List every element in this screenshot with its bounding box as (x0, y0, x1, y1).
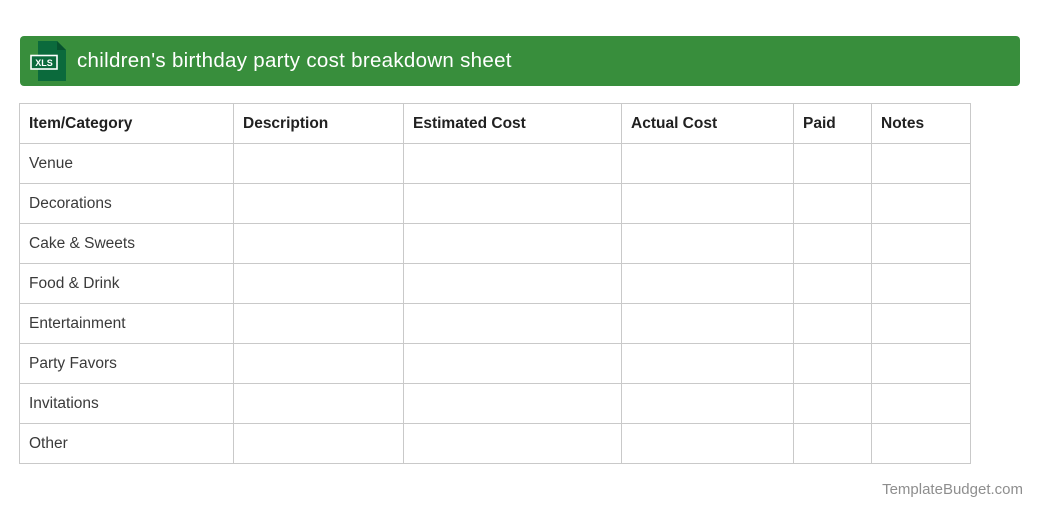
table-cell-empty (871, 263, 971, 304)
table-cell-empty (871, 383, 971, 424)
table-cell-empty (403, 383, 622, 424)
table-cell-empty (621, 223, 794, 264)
table-cell-empty (793, 423, 872, 464)
title-bar: XLS children's birthday party cost break… (20, 36, 1020, 86)
table-cell-empty (403, 143, 622, 184)
table-row-invitations: Invitations (19, 383, 971, 424)
table-cell-empty (621, 263, 794, 304)
table-row-party-favors: Party Favors (19, 343, 971, 384)
table-cell-empty (233, 183, 404, 224)
table-cell-empty (793, 183, 872, 224)
row-label: Venue (19, 143, 234, 184)
row-label: Food & Drink (19, 263, 234, 304)
row-label: Decorations (19, 183, 234, 224)
table-cell-empty (871, 143, 971, 184)
table-row-cake-sweets: Cake & Sweets (19, 223, 971, 264)
cost-breakdown-table: Item/Category Description Estimated Cost… (19, 103, 971, 464)
table-cell-empty (621, 143, 794, 184)
table-cell-empty (793, 263, 872, 304)
row-label: Cake & Sweets (19, 223, 234, 264)
table-row-decorations: Decorations (19, 183, 971, 224)
table-cell-empty (621, 383, 794, 424)
table-cell-empty (233, 383, 404, 424)
table-cell-empty (403, 223, 622, 264)
xls-badge-text: XLS (35, 58, 53, 68)
table-cell-empty (793, 303, 872, 344)
row-label: Entertainment (19, 303, 234, 344)
table-cell-empty (233, 303, 404, 344)
table-cell-empty (793, 343, 872, 384)
table-cell-empty (621, 343, 794, 384)
table-cell-empty (621, 423, 794, 464)
table-cell-empty (793, 223, 872, 264)
table-cell-empty (871, 183, 971, 224)
template-preview-page: XLS children's birthday party cost break… (0, 0, 1040, 520)
table-cell-empty (403, 183, 622, 224)
row-label: Other (19, 423, 234, 464)
table-cell-empty (871, 223, 971, 264)
table-row-other: Other (19, 423, 971, 464)
table-row-entertainment: Entertainment (19, 303, 971, 344)
table-cell-empty (621, 303, 794, 344)
table-cell-empty (233, 223, 404, 264)
table-row-venue: Venue (19, 143, 971, 184)
table-cell-empty (621, 183, 794, 224)
table-cell-empty (793, 383, 872, 424)
xls-file-icon: XLS (30, 41, 66, 81)
table-cell-empty (871, 303, 971, 344)
table-cell-empty (403, 263, 622, 304)
column-header-notes: Notes (871, 103, 971, 144)
table-cell-empty (793, 143, 872, 184)
column-header-paid: Paid (793, 103, 872, 144)
row-label: Invitations (19, 383, 234, 424)
table-cell-empty (233, 263, 404, 304)
table-cell-empty (403, 343, 622, 384)
table-cell-empty (871, 423, 971, 464)
page-title: children's birthday party cost breakdown… (77, 49, 512, 72)
table-cell-empty (403, 303, 622, 344)
table-row-food-drink: Food & Drink (19, 263, 971, 304)
site-credit-link[interactable]: TemplateBudget.com (882, 481, 1023, 498)
column-header-actual-cost: Actual Cost (621, 103, 794, 144)
table-cell-empty (233, 343, 404, 384)
column-header-description: Description (233, 103, 404, 144)
table-header-row: Item/Category Description Estimated Cost… (19, 103, 971, 144)
table-cell-empty (403, 423, 622, 464)
column-header-estimated-cost: Estimated Cost (403, 103, 622, 144)
table-cell-empty (233, 143, 404, 184)
row-label: Party Favors (19, 343, 234, 384)
table-cell-empty (871, 343, 971, 384)
table-cell-empty (233, 423, 404, 464)
column-header-item-category: Item/Category (19, 103, 234, 144)
